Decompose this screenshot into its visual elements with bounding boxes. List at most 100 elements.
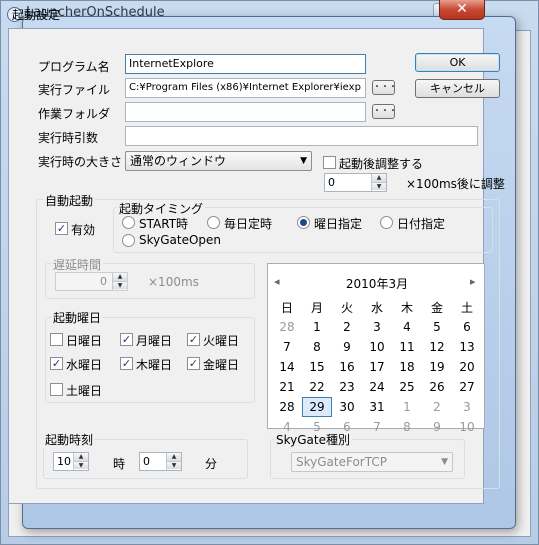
calendar-day[interactable]: 13	[452, 337, 482, 357]
calendar-day[interactable]: 28	[272, 397, 302, 417]
close-button[interactable]: ✕	[439, 0, 485, 20]
minute-stepper[interactable]: 0 ▲ ▼	[139, 452, 182, 471]
calendar-day[interactable]: 25	[392, 377, 422, 397]
spin-up-icon[interactable]: ▲	[167, 453, 181, 461]
program-name-label: プログラム名	[38, 60, 110, 74]
calendar-month-title[interactable]: 2010年3月	[268, 275, 486, 292]
calendar-day[interactable]: 29	[302, 397, 332, 417]
weekday-checkbox[interactable]: ✓	[187, 357, 200, 370]
spin-up-icon[interactable]: ▲	[372, 174, 386, 182]
chevron-down-icon: ▼	[300, 156, 307, 166]
exe-file-input[interactable]: C:¥Program Files (x86)¥Internet Explorer…	[125, 78, 366, 98]
calendar-day[interactable]: 10	[362, 337, 392, 357]
dialog-title: 起動設定	[12, 8, 61, 22]
weekday-checkbox[interactable]	[50, 333, 63, 346]
spin-up-icon[interactable]: ▲	[113, 273, 127, 281]
weekday-group-title: 起動曜日	[51, 309, 104, 326]
weekday-checkbox[interactable]: ✓	[187, 333, 200, 346]
work-folder-input[interactable]	[125, 102, 366, 122]
auto-start-group-title: 自動起動	[43, 192, 96, 209]
calendar-day[interactable]: 9	[422, 417, 452, 437]
adjust-delay-stepper[interactable]: 0 ▲ ▼	[324, 173, 387, 192]
calendar-day[interactable]: 16	[332, 357, 362, 377]
calendar-day[interactable]: 3	[452, 397, 482, 417]
calendar-day[interactable]: 22	[302, 377, 332, 397]
calendar-day[interactable]: 24	[362, 377, 392, 397]
calendar-day[interactable]: 19	[422, 357, 452, 377]
program-name-input[interactable]: InternetExplore	[125, 54, 366, 74]
hour-label: 時	[113, 457, 126, 471]
calendar-day[interactable]: 15	[302, 357, 332, 377]
calendar-day[interactable]: 6	[452, 317, 482, 337]
calendar-day[interactable]: 2	[332, 317, 362, 337]
calendar-day[interactable]: 4	[392, 317, 422, 337]
timing-radio-daily[interactable]	[207, 216, 220, 229]
calendar-day-header: 月	[310, 301, 323, 315]
weekday-checkbox[interactable]	[50, 383, 63, 396]
work-folder-label: 作業フォルダ	[38, 107, 111, 121]
calendar-day[interactable]: 23	[332, 377, 362, 397]
timing-radio-start[interactable]	[122, 216, 135, 229]
weekday-label: 月曜日	[136, 334, 173, 348]
calendar-day[interactable]: 30	[332, 397, 362, 417]
calendar-day[interactable]: 7	[362, 417, 392, 437]
calendar-day[interactable]: 31	[362, 397, 392, 417]
weekday-label: 土曜日	[66, 384, 103, 398]
calendar-day[interactable]: 28	[272, 317, 302, 337]
spin-down-icon[interactable]: ▼	[167, 461, 181, 469]
calendar-day[interactable]: 10	[452, 417, 482, 437]
weekday-checkbox[interactable]: ✓	[120, 333, 133, 346]
auto-start-enabled-checkbox[interactable]: ✓	[55, 222, 68, 235]
skygate-type-select[interactable]: SkyGateForTCP ▼	[291, 452, 453, 472]
ok-button[interactable]: OK	[415, 53, 500, 72]
calendar-day-header: 火	[340, 301, 353, 315]
minute-value: 0	[143, 455, 150, 468]
skygate-type-value: SkyGateForTCP	[296, 455, 387, 469]
calendar-day[interactable]: 7	[272, 337, 302, 357]
calendar-day[interactable]: 17	[362, 357, 392, 377]
timing-radio-weekday[interactable]	[297, 216, 310, 229]
calendar-next-icon[interactable]: ▸	[470, 275, 476, 288]
calendar-day[interactable]: 20	[452, 357, 482, 377]
calendar-day[interactable]: 2	[422, 397, 452, 417]
calendar-day[interactable]: 11	[392, 337, 422, 357]
delay-value: 0	[100, 275, 107, 288]
spin-up-icon[interactable]: ▲	[74, 453, 88, 461]
calendar-day[interactable]: 3	[362, 317, 392, 337]
calendar-day[interactable]: 8	[392, 417, 422, 437]
timing-option-label: SkyGateOpen	[139, 233, 222, 247]
calendar-day[interactable]: 26	[422, 377, 452, 397]
calendar-day[interactable]: 1	[392, 397, 422, 417]
calendar-day[interactable]: 1	[302, 317, 332, 337]
calendar-day[interactable]: 14	[272, 357, 302, 377]
hour-value: 10	[57, 455, 71, 468]
delay-stepper[interactable]: 0 ▲ ▼	[55, 272, 128, 291]
adjust-after-start-checkbox[interactable]	[323, 156, 336, 169]
calendar-day[interactable]: 12	[422, 337, 452, 357]
calendar-day-header: 木	[400, 301, 413, 315]
hour-stepper[interactable]: 10 ▲ ▼	[53, 452, 89, 471]
weekday-checkbox[interactable]: ✓	[50, 357, 63, 370]
weekday-checkbox[interactable]: ✓	[120, 357, 133, 370]
calendar-day[interactable]: 5	[422, 317, 452, 337]
calendar-day[interactable]: 9	[332, 337, 362, 357]
calendar-day[interactable]: 8	[302, 337, 332, 357]
spin-down-icon[interactable]: ▼	[372, 182, 386, 190]
exe-browse-button[interactable]: ・・・	[372, 80, 397, 95]
spin-down-icon[interactable]: ▼	[113, 281, 127, 289]
cancel-button[interactable]: キャンセル	[415, 79, 500, 98]
folder-browse-button[interactable]: ・・・	[372, 104, 397, 119]
timing-radio-date[interactable]	[380, 216, 393, 229]
timing-radio-skygate[interactable]	[122, 234, 135, 247]
window-size-value: 通常のウィンドウ	[130, 154, 227, 168]
args-label: 実行時引数	[38, 131, 99, 145]
calendar-day[interactable]: 21	[272, 377, 302, 397]
calendar-day-header: 金	[430, 301, 443, 315]
calendar-day[interactable]: 27	[452, 377, 482, 397]
args-input[interactable]	[125, 126, 478, 146]
window-size-select[interactable]: 通常のウィンドウ ▼	[125, 151, 312, 171]
calendar[interactable]: ◂ 2010年3月 ▸ 日月火水木金土 28 1 2 3 4 5 6 7 8 9 10 11 12 13 14…	[267, 263, 486, 434]
spin-down-icon[interactable]: ▼	[74, 461, 88, 469]
calendar-day[interactable]: 18	[392, 357, 422, 377]
timing-option-label: 曜日指定	[314, 217, 363, 231]
